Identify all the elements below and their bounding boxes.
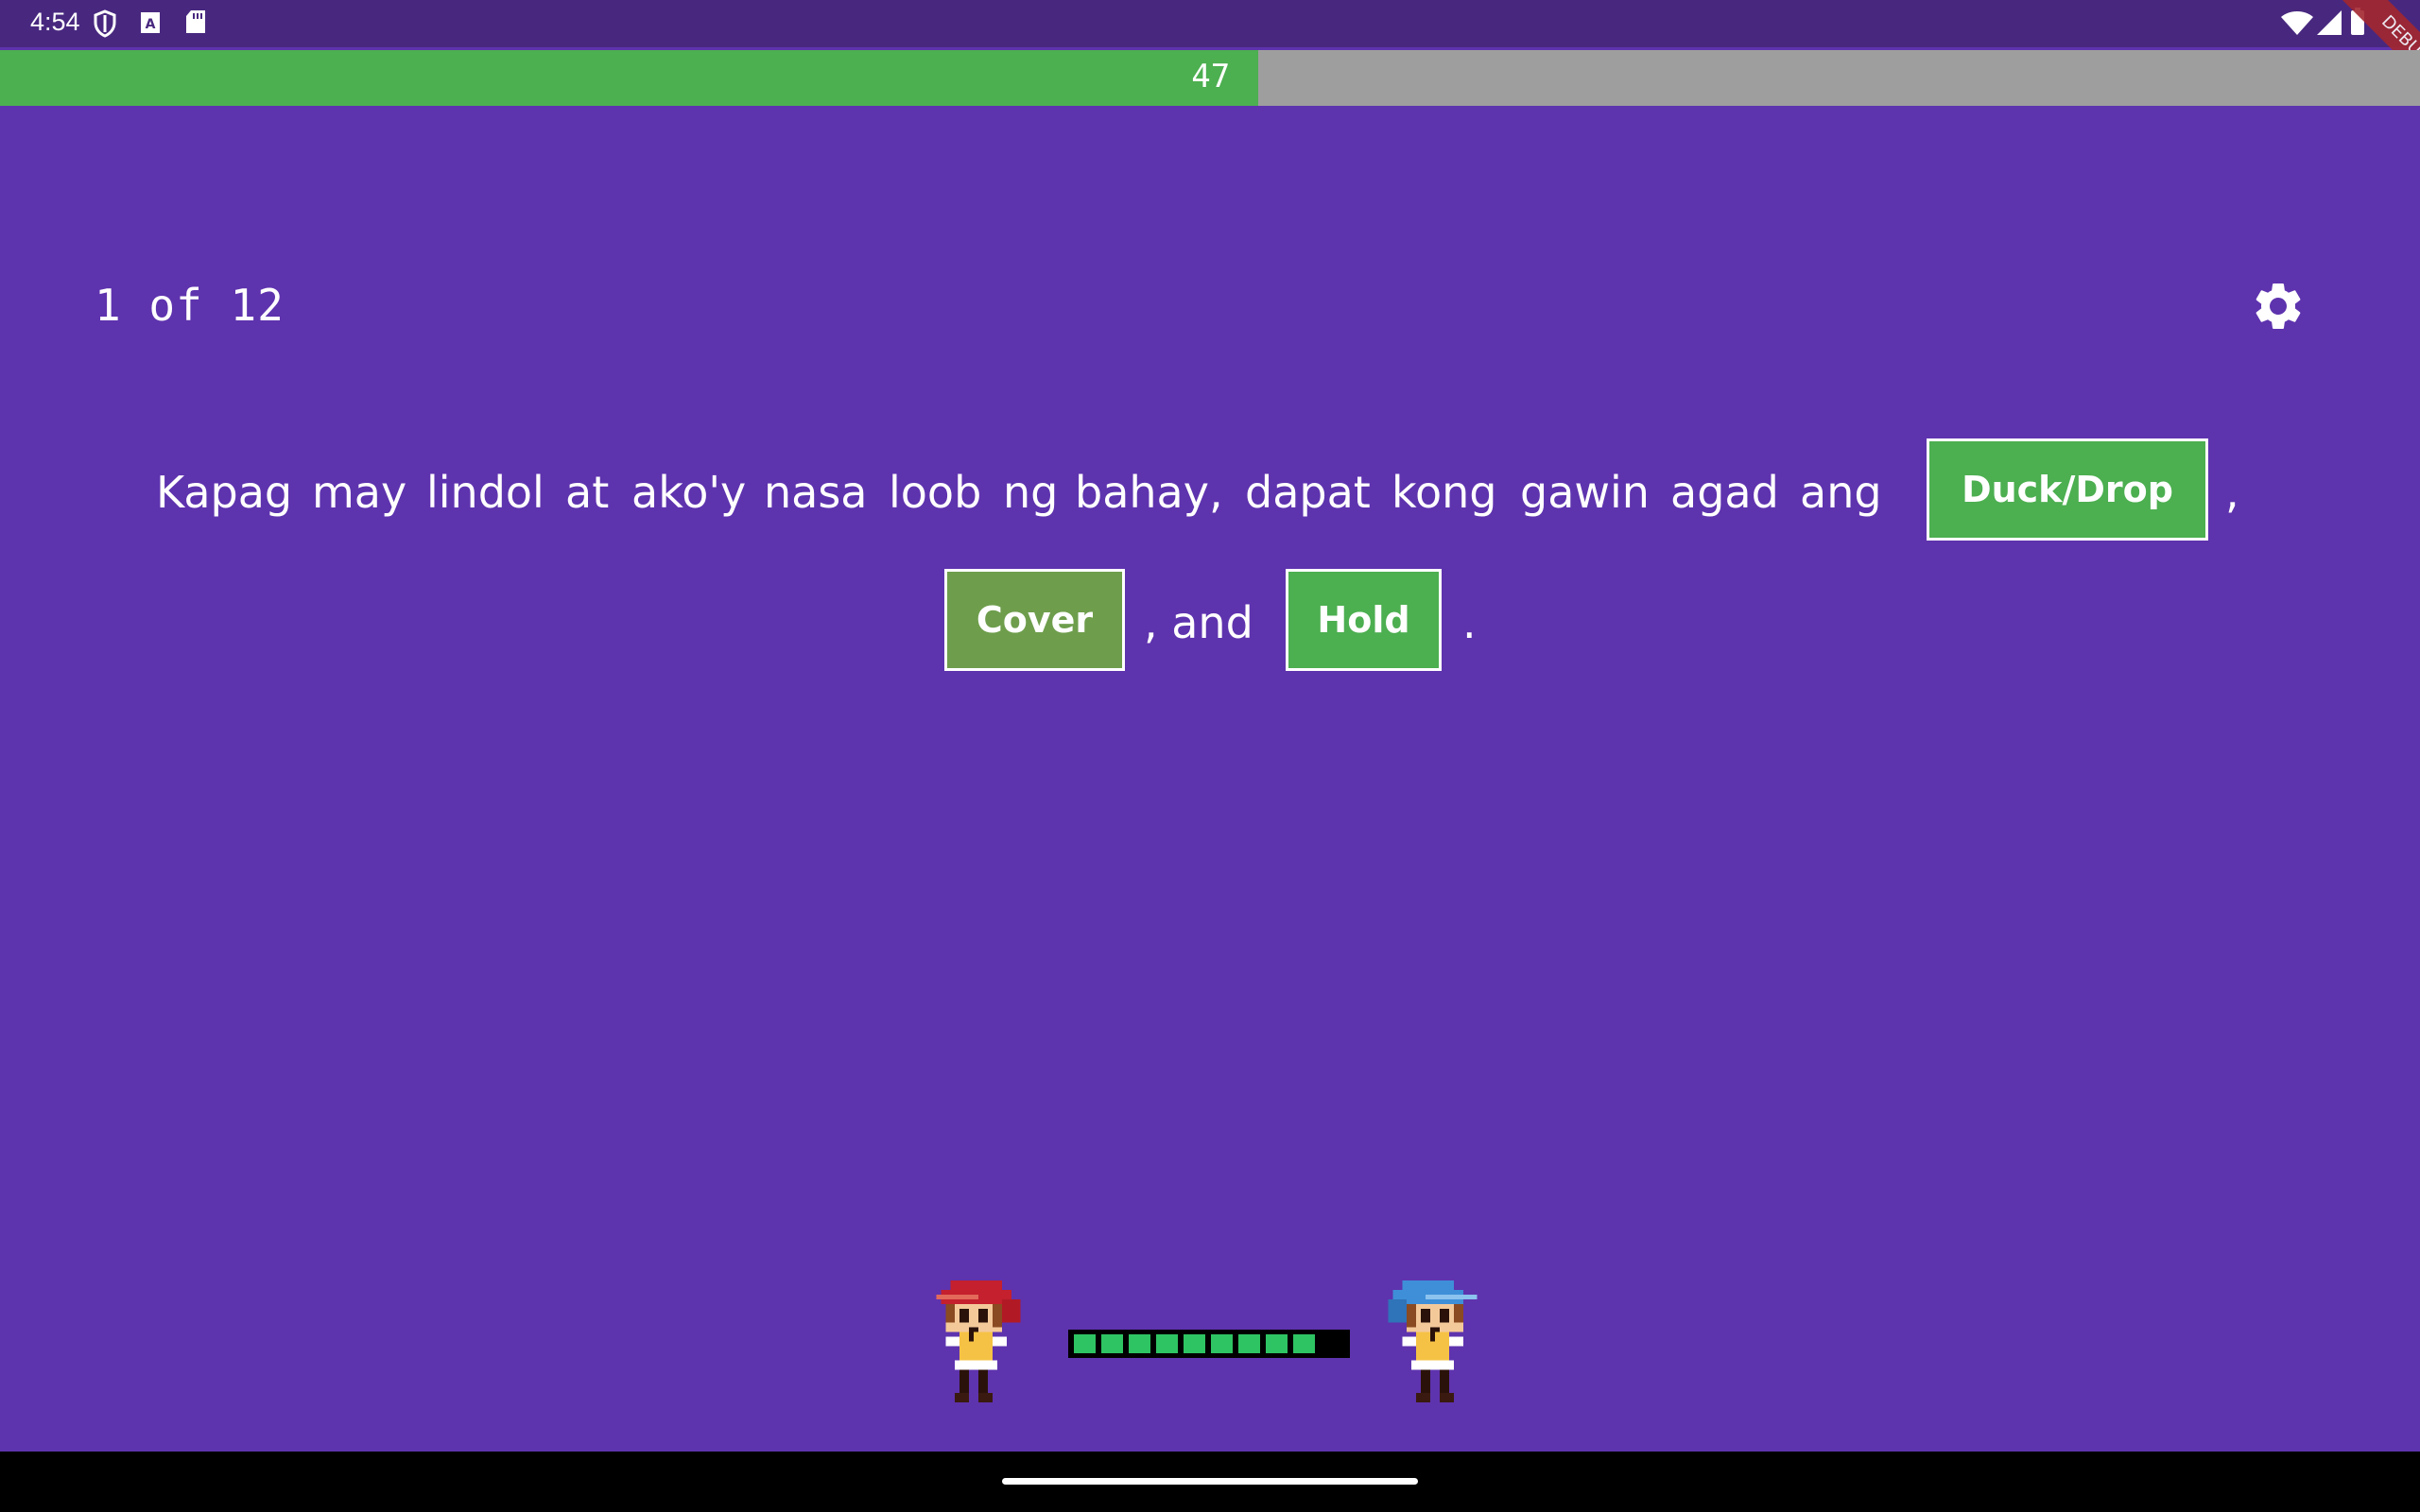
status-bar: 4:54 A — [0, 0, 2420, 47]
timer-bar: 47 — [0, 50, 2420, 106]
sentence-word: lindol — [426, 467, 544, 518]
sentence-word: loob — [889, 467, 982, 518]
svg-text:A: A — [146, 17, 156, 32]
sentence-word: Kapag — [156, 467, 293, 518]
sentence-word: ang — [1800, 467, 1882, 518]
sentence-word: at — [565, 467, 610, 518]
sentence-word: kong — [1392, 467, 1497, 518]
sentence-word: ako'y — [631, 467, 747, 518]
health-bar — [1068, 1330, 1350, 1358]
sentence-and: , and — [1144, 597, 1253, 648]
sentence-line-1: Kapag may lindol at ako'y nasa loob ng b… — [0, 435, 2420, 548]
sentence-word: may — [312, 467, 407, 518]
opponent-character-blue — [1388, 1280, 1478, 1403]
timer-fill: 47 — [0, 50, 1259, 106]
answer-blank-hold[interactable]: Hold — [1286, 569, 1442, 671]
timer-value: 47 — [1191, 58, 1231, 95]
health-segment — [1266, 1334, 1288, 1353]
health-segment — [1074, 1334, 1096, 1353]
answer-blank-duck-drop[interactable]: Duck/Drop — [1927, 438, 2208, 541]
sentence-word: agad — [1670, 467, 1779, 518]
keyboard-a-icon: A — [140, 11, 161, 38]
sentence-word: nasa — [764, 467, 868, 518]
sentence-word: bahay, — [1075, 467, 1223, 518]
home-indicator[interactable] — [1002, 1478, 1418, 1485]
sentence-period: . — [1462, 597, 1477, 648]
sentence-word: gawin — [1520, 467, 1650, 518]
gear-icon — [2256, 284, 2301, 329]
sentence-line-2: Cover , and Hold . — [0, 565, 2420, 679]
health-segment — [1129, 1334, 1150, 1353]
question-counter: 1 of 12 — [95, 280, 285, 331]
answer-blank-cover[interactable]: Cover — [944, 569, 1125, 671]
shield-icon — [93, 9, 117, 42]
sentence-word: ng — [1003, 467, 1059, 518]
health-segment — [1156, 1334, 1178, 1353]
status-time: 4:54 — [30, 8, 80, 36]
sentence-comma: , — [2225, 467, 2239, 518]
health-segment — [1293, 1334, 1315, 1353]
health-segment — [1184, 1334, 1205, 1353]
sd-card-icon — [185, 9, 206, 38]
sentence-word: dapat — [1245, 467, 1371, 518]
health-segment — [1101, 1334, 1123, 1353]
settings-button[interactable] — [2250, 278, 2307, 335]
health-segment — [1211, 1334, 1233, 1353]
wifi-icon — [2280, 9, 2314, 40]
system-nav-bar — [0, 1452, 2420, 1512]
health-segment — [1238, 1334, 1260, 1353]
player-character-red — [936, 1280, 1021, 1403]
